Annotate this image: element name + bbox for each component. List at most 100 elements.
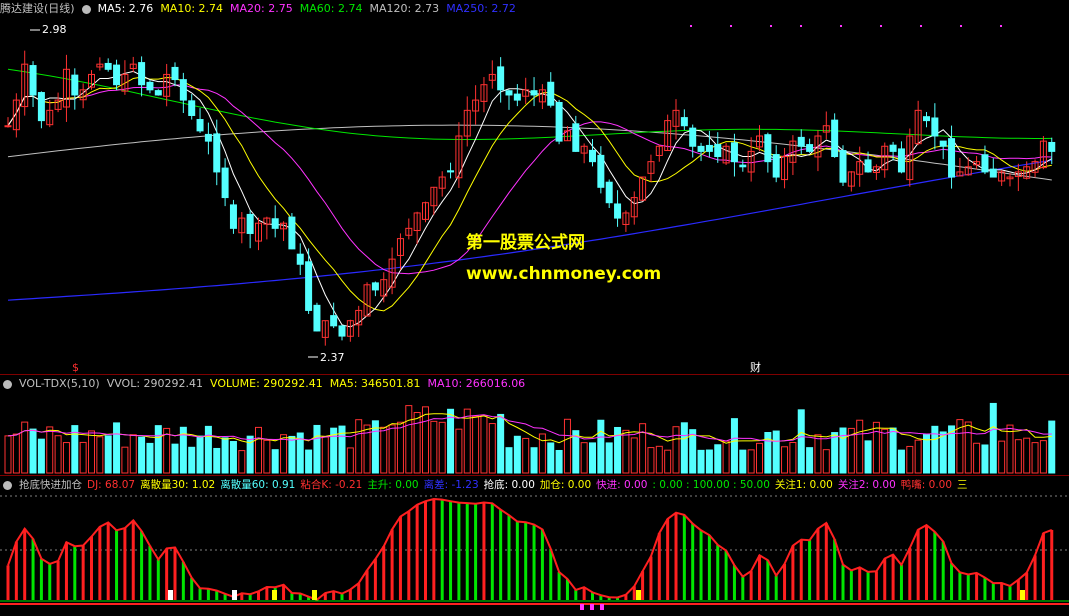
volume-bar <box>630 437 638 474</box>
candle-body <box>981 154 989 173</box>
indicator-bar <box>190 577 194 600</box>
indicator-bar <box>206 588 210 600</box>
volume-bar <box>263 439 271 474</box>
volume-bar <box>589 442 596 474</box>
volume-bar <box>288 435 296 474</box>
volume-bar <box>129 434 137 474</box>
volume-bar <box>714 444 722 474</box>
volume-bar <box>864 440 872 474</box>
indicator-bar <box>732 565 736 600</box>
volume-bar <box>722 440 730 474</box>
magenta-marker <box>600 604 604 610</box>
ma60-line <box>7 68 1052 140</box>
price-pane: 腾达建设(日线) MA5: 2.76 MA10: 2.74 MA20: 2.75… <box>0 0 1069 374</box>
candle-body <box>204 133 212 142</box>
candle-body <box>497 66 505 91</box>
watermark-cn: 第一股票公式网 <box>466 232 585 253</box>
signal-dot <box>770 25 772 27</box>
volume-bar <box>305 449 313 474</box>
volume-bar <box>271 449 279 474</box>
indicator-bar <box>941 541 945 600</box>
signal-dot <box>840 25 842 27</box>
candle-body <box>923 116 930 122</box>
candle-body <box>897 148 905 173</box>
indicator-bar <box>916 529 920 600</box>
indicator-bar <box>707 535 711 600</box>
signal-dot <box>960 25 962 27</box>
volume-bar <box>1006 424 1014 474</box>
indicator-bar <box>716 544 720 600</box>
volume-bar <box>889 427 897 474</box>
indicator-bar <box>1000 583 1004 600</box>
volume-bar <box>781 446 789 474</box>
volume-bar <box>831 432 839 474</box>
indicator-bar <box>474 503 478 600</box>
marker-cai: 财 <box>750 360 761 374</box>
indicator-bar <box>666 518 670 600</box>
signal-marker <box>232 590 237 600</box>
indicator-bar <box>81 545 85 600</box>
volume-bar <box>597 419 605 474</box>
indicator-bar <box>1016 579 1020 600</box>
candle-body <box>271 218 279 229</box>
candle-body <box>154 90 162 96</box>
signal-dot <box>1000 25 1002 27</box>
volume-bar <box>555 449 563 474</box>
indicator-bar <box>31 538 35 600</box>
signal-marker <box>1020 590 1025 600</box>
candle-body <box>714 144 722 158</box>
indicator-bar <box>958 572 962 600</box>
candle-body <box>831 119 839 158</box>
indicator-bar <box>557 572 561 600</box>
indicator-bar <box>73 546 77 600</box>
volume-bar <box>447 408 455 474</box>
indicator-bar <box>699 530 703 600</box>
candle-body <box>605 181 613 204</box>
candle-body <box>614 203 622 219</box>
volume-bar <box>1048 420 1056 474</box>
volume-bar <box>1031 442 1039 474</box>
indicator-bar <box>457 502 461 600</box>
candle-body <box>146 81 154 91</box>
volume-bar <box>12 433 20 474</box>
indicator-bar <box>48 563 52 600</box>
volume-bar <box>973 442 981 474</box>
volume-bar <box>964 421 972 474</box>
indicator-bar <box>1041 533 1045 600</box>
indicator-bar <box>791 545 795 600</box>
indicator-bar <box>774 575 778 600</box>
volume-bar <box>171 443 179 474</box>
volume-bar <box>472 415 480 474</box>
candle-body <box>71 74 79 96</box>
candle-body <box>931 117 939 137</box>
volume-bar <box>513 435 521 474</box>
volume-bar <box>530 447 538 474</box>
indicator-bar <box>858 567 862 600</box>
indicator-bar <box>816 528 820 600</box>
volume-bar <box>622 429 630 474</box>
volume-bar <box>814 434 822 474</box>
volume-bar <box>806 447 814 474</box>
candle-body <box>330 315 338 327</box>
volume-bar <box>1039 440 1047 474</box>
indicator-bar <box>56 561 60 600</box>
signal-marker <box>168 590 173 600</box>
indicator-bar <box>490 503 494 600</box>
indicator-bar <box>115 530 119 600</box>
volume-bar <box>321 436 329 474</box>
volume-bar <box>664 449 672 474</box>
volume-bar <box>121 446 129 474</box>
indicator-bar <box>1033 555 1037 600</box>
candle-body <box>764 134 772 163</box>
indicator-chart <box>0 495 1069 610</box>
indicator-bar <box>933 531 937 600</box>
volume-bar <box>856 419 864 474</box>
volume-bar <box>113 422 121 474</box>
indicator-bar <box>691 523 695 600</box>
volume-bar <box>906 445 914 474</box>
indicator-bar <box>908 547 912 600</box>
indicator-bar <box>131 520 135 600</box>
indicator-bar <box>524 522 528 600</box>
signal-dot <box>690 25 692 27</box>
candle-body <box>138 62 146 86</box>
